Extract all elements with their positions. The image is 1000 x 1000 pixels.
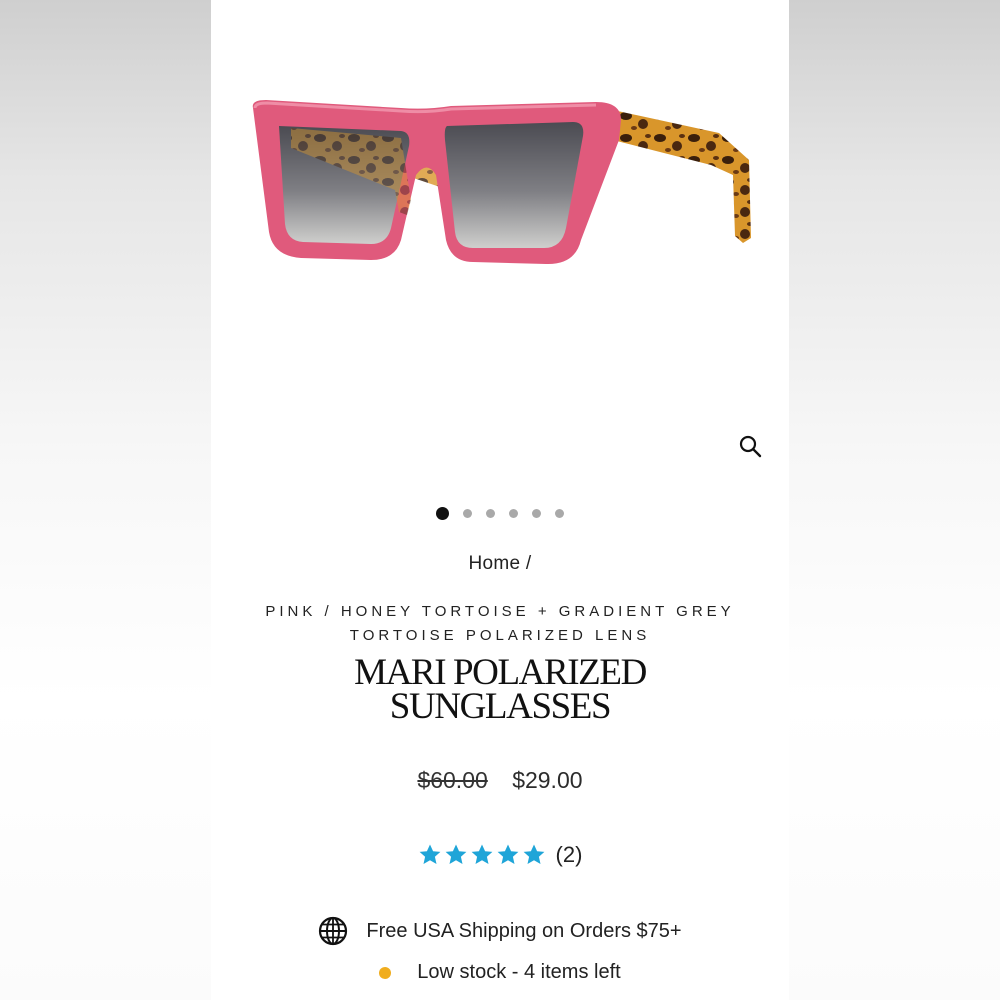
review-count[interactable]: (2) <box>556 842 583 868</box>
title-line: MARI POLARIZED <box>354 652 647 693</box>
gallery-pagination <box>211 505 789 521</box>
gallery-dot-3[interactable] <box>486 508 495 518</box>
gallery-dot-2[interactable] <box>463 508 472 518</box>
product-rating[interactable]: (2) <box>211 842 789 868</box>
breadcrumb-home-link[interactable]: Home / <box>468 553 531 574</box>
star-icon <box>470 843 494 867</box>
gallery-dot-1[interactable] <box>436 506 449 520</box>
gallery-dot-4[interactable] <box>509 508 518 518</box>
product-variant: PINK / HONEY TORTOISE + GRADIENT GREY TO… <box>231 600 769 648</box>
star-icon <box>496 843 520 867</box>
original-price: $60.00 <box>417 767 488 793</box>
star-icon <box>444 843 468 867</box>
sale-price: $29.00 <box>512 767 583 793</box>
breadcrumb: Home / <box>211 553 789 575</box>
star-icon <box>522 843 546 867</box>
star-icon <box>418 843 442 867</box>
stock-status: Low stock - 4 items left <box>211 961 789 984</box>
gallery-dot-6[interactable] <box>555 508 564 518</box>
price: $60.00 $29.00 <box>211 767 789 794</box>
product-panel: Home / PINK / HONEY TORTOISE + GRADIENT … <box>211 0 789 1000</box>
stock-indicator-dot <box>379 966 392 979</box>
globe-icon <box>319 916 348 946</box>
sunglasses-image <box>252 100 751 265</box>
search-icon <box>739 435 762 458</box>
shipping-info: Free USA Shipping on Orders $75+ <box>211 916 789 946</box>
variant-line: TORTOISE POLARIZED LENS <box>349 627 651 644</box>
title-line: SUNGLASSES <box>389 686 612 727</box>
gallery-dot-5[interactable] <box>532 508 541 518</box>
variant-line: PINK / HONEY TORTOISE + GRADIENT GREY <box>265 603 735 620</box>
shipping-text: Free USA Shipping on Orders $75+ <box>366 919 682 942</box>
stock-text: Low stock - 4 items left <box>417 961 621 983</box>
zoom-button[interactable] <box>734 430 766 462</box>
star-rating <box>418 843 546 867</box>
product-title: MARI POLARIZED SUNGLASSES <box>211 652 789 727</box>
product-image[interactable] <box>211 0 789 500</box>
